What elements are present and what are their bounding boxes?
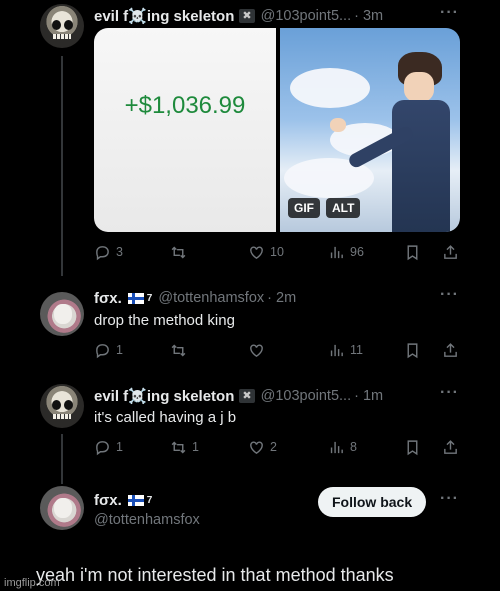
retweet-button[interactable] [170,242,192,262]
reply-icon [96,245,109,260]
badge-icon: ✖ [239,389,255,403]
timestamp[interactable]: · 3m [354,8,383,24]
tweet-text: drop the method king [94,312,235,329]
tweet-header: evil f☠️ing skeleton ✖ @103point5... · 3… [94,6,383,26]
bookmark-icon [407,244,418,260]
reply-button[interactable]: 1 [94,437,123,457]
retweet-icon [171,441,186,453]
caption-text: yeah i'm not interested in that method t… [36,565,394,585]
share-icon [444,244,457,259]
like-icon [250,245,263,259]
share-button[interactable] [442,437,464,457]
money-amount: +$1,036.99 [124,92,246,119]
retweet-count: 1 [192,440,199,454]
thread-line [61,56,63,276]
like-button[interactable]: 2 [248,437,277,457]
views-icon [330,441,343,453]
share-button[interactable] [442,242,464,262]
profile-name-row: fσx. 7 [94,490,152,510]
name-superscript: 7 [146,494,153,506]
reply-count: 3 [116,245,123,259]
tweet-header: fσx. 7 @tottenhamsfox · 2m [94,288,296,308]
display-name[interactable]: evil f☠️ing skeleton [94,387,234,405]
display-name[interactable]: evil f☠️ing skeleton [94,7,234,25]
more-icon[interactable]: ··· [440,286,459,304]
retweet-button[interactable]: 1 [170,437,199,457]
reply-button[interactable]: 3 [94,242,123,262]
like-icon [250,440,263,454]
flag-icon [127,292,144,304]
reply-icon [96,440,109,455]
tweet-actions: 1 11 [94,340,464,360]
watermark: imgflip.com [4,577,60,589]
name-superscript: 7 [146,292,153,304]
avatar[interactable] [40,486,84,530]
follow-back-button[interactable]: Follow back [318,487,427,517]
views-icon [330,344,343,356]
bookmark-icon [407,342,418,358]
tweet-text: it's called having a j b [94,409,237,426]
timestamp[interactable]: · 1m [354,388,383,404]
more-icon[interactable]: ··· [440,490,459,508]
handle[interactable]: @tottenhamsfox [158,290,264,306]
display-name[interactable]: fσx. [94,290,122,307]
display-name[interactable]: fσx. [94,492,122,509]
share-icon [444,439,457,454]
retweet-button[interactable] [170,340,192,360]
reply-icon [96,343,109,358]
views-count: 11 [350,343,363,357]
avatar[interactable] [40,292,84,336]
share-button[interactable] [442,340,464,360]
tweet-media[interactable]: +$1,036.99 GIF ALT [94,28,460,232]
bookmark-button[interactable] [404,242,426,262]
bookmark-button[interactable] [404,437,426,457]
media-gif[interactable]: GIF ALT [280,28,460,232]
views-count: 8 [350,440,357,454]
tweet-actions: 3 10 96 [94,242,464,262]
thread-line [61,434,63,484]
timestamp[interactable]: · 2m [267,290,296,306]
bookmark-icon [407,439,418,455]
more-icon[interactable]: ··· [440,384,459,402]
reply-button[interactable]: 1 [94,340,123,360]
like-count: 2 [270,440,277,454]
like-count: 10 [270,245,284,259]
retweet-icon [171,344,186,356]
more-icon[interactable]: ··· [440,4,459,22]
bookmark-button[interactable] [404,340,426,360]
handle[interactable]: @103point5... [261,388,352,404]
views-button[interactable]: 8 [328,437,357,457]
views-count: 96 [350,245,364,259]
reply-count: 1 [116,440,123,454]
share-icon [444,342,457,357]
views-button[interactable]: 96 [328,242,364,262]
like-button[interactable]: 10 [248,242,284,262]
views-button[interactable]: 11 [328,340,363,360]
like-button[interactable] [248,340,270,360]
alt-badge[interactable]: ALT [326,198,361,218]
tweet-header: evil f☠️ing skeleton ✖ @103point5... · 1… [94,386,383,406]
views-icon [330,246,343,258]
media-image-left[interactable]: +$1,036.99 [94,28,276,232]
anime-character [330,42,454,232]
like-icon [250,343,263,357]
avatar[interactable] [40,4,84,48]
retweet-icon [171,246,186,258]
flag-icon [127,494,144,506]
tweet-actions: 1 1 2 8 [94,437,464,457]
gif-badge: GIF [288,198,320,218]
badge-icon: ✖ [239,9,255,23]
reply-count: 1 [116,343,123,357]
avatar[interactable] [40,384,84,428]
handle[interactable]: @103point5... [261,8,352,24]
handle[interactable]: @tottenhamsfox [94,512,200,528]
